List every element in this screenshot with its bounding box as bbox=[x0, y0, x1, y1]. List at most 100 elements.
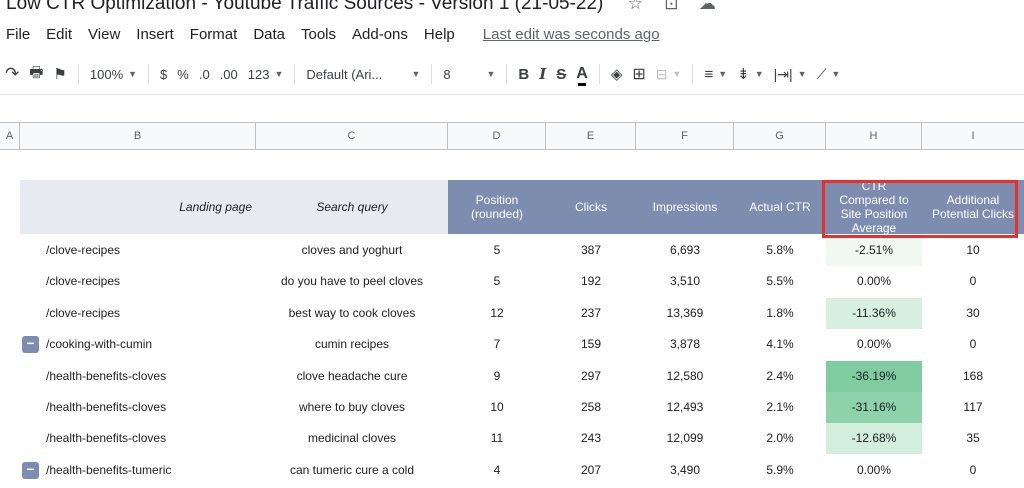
cloud-status-icon[interactable]: ☁ bbox=[697, 0, 717, 14]
column-header-i[interactable]: I bbox=[922, 123, 1024, 149]
borders-icon[interactable]: ⊞ bbox=[627, 60, 650, 88]
cell-search-query[interactable]: can tumeric cure a cold bbox=[256, 455, 448, 486]
cell-landing-page[interactable]: /health-benefits-cloves bbox=[20, 361, 256, 392]
paint-format-icon[interactable]: ⚑ bbox=[48, 60, 71, 88]
cell-landing-page[interactable]: /health-benefits-cloves bbox=[20, 392, 256, 423]
cell-actual-ctr[interactable]: 2.4% bbox=[734, 361, 826, 392]
cell-landing-page[interactable]: /health-benefits-tumeric bbox=[20, 455, 256, 486]
horizontal-align-icon[interactable]: ≡ ▼ bbox=[699, 60, 732, 88]
cell-landing-page[interactable]: /clove-recipes bbox=[20, 298, 256, 329]
cell-position[interactable]: 5 bbox=[448, 235, 546, 266]
cell-landing-page[interactable]: /health-benefits-cloves bbox=[20, 423, 256, 454]
cell-actual-ctr[interactable]: 5.8% bbox=[734, 235, 826, 266]
cell-position[interactable]: 10 bbox=[448, 392, 546, 423]
percent-format-button[interactable]: % bbox=[172, 60, 194, 88]
cell-ctr-compared[interactable]: 0.00% bbox=[826, 454, 922, 486]
cell-position[interactable]: 5 bbox=[448, 266, 546, 297]
move-to-folder-icon[interactable]: ⊡ bbox=[661, 0, 681, 14]
cell-actual-ctr[interactable]: 4.1% bbox=[734, 329, 826, 360]
decrease-decimal-button[interactable]: .0 bbox=[194, 60, 215, 88]
header-actual-ctr[interactable]: Actual CTR bbox=[734, 180, 826, 234]
cell-clicks[interactable]: 297 bbox=[546, 361, 636, 392]
cell-actual-ctr[interactable]: 1.8% bbox=[734, 298, 826, 329]
menu-file[interactable]: File bbox=[6, 26, 30, 43]
menu-tools[interactable]: Tools bbox=[301, 26, 336, 43]
cell-landing-page[interactable]: /cooking-with-cumin bbox=[20, 329, 256, 360]
italic-button[interactable]: I bbox=[534, 60, 551, 88]
cell-position[interactable]: 11 bbox=[448, 423, 546, 454]
cell-ctr-compared[interactable]: -31.16% bbox=[826, 392, 922, 423]
cell-position[interactable]: 12 bbox=[448, 298, 546, 329]
cell-impressions[interactable]: 3,878 bbox=[636, 329, 734, 360]
cell-search-query[interactable]: where to buy cloves bbox=[256, 392, 448, 423]
collapse-group-icon[interactable]: − bbox=[22, 461, 39, 479]
column-header-d[interactable]: D bbox=[448, 123, 546, 149]
font-size-select[interactable]: 8 ▼ bbox=[438, 60, 500, 88]
cell-position[interactable]: 7 bbox=[448, 329, 546, 360]
header-clicks[interactable]: Clicks bbox=[546, 180, 636, 234]
cell-additional-clicks[interactable]: 0 bbox=[922, 455, 1024, 486]
bold-button[interactable]: B bbox=[513, 60, 534, 88]
cell-actual-ctr[interactable]: 2.1% bbox=[734, 392, 826, 423]
cell-search-query[interactable]: cloves and yoghurt bbox=[256, 235, 448, 266]
cell-additional-clicks[interactable]: 30 bbox=[922, 298, 1024, 329]
document-title[interactable]: Low CTR Optimization - Youtube Traffic S… bbox=[0, 0, 603, 15]
header-position[interactable]: Position (rounded) bbox=[448, 180, 546, 234]
cell-additional-clicks[interactable]: 117 bbox=[922, 392, 1024, 423]
cell-search-query[interactable]: cumin recipes bbox=[256, 329, 448, 360]
cell-actual-ctr[interactable]: 2.0% bbox=[734, 423, 826, 454]
star-icon[interactable]: ☆ bbox=[625, 0, 645, 14]
column-header-f[interactable]: F bbox=[636, 123, 734, 149]
header-landing-page[interactable]: Landing page bbox=[20, 180, 256, 234]
column-header-c[interactable]: C bbox=[256, 123, 448, 149]
cell-search-query[interactable]: do you have to peel cloves bbox=[256, 266, 448, 297]
merge-cells-icon[interactable]: ⊟ ▼ bbox=[651, 60, 687, 88]
menu-help[interactable]: Help bbox=[424, 26, 455, 43]
text-rotation-icon[interactable]: ⟋ ▼ bbox=[812, 60, 846, 88]
cell-landing-page[interactable]: /clove-recipes bbox=[20, 235, 256, 266]
cell-additional-clicks[interactable]: 0 bbox=[922, 329, 1024, 360]
cell-additional-clicks[interactable]: 35 bbox=[922, 423, 1024, 454]
column-header-e[interactable]: E bbox=[546, 123, 636, 149]
vertical-align-icon[interactable]: ⇟ ▼ bbox=[732, 60, 769, 88]
cell-actual-ctr[interactable]: 5.9% bbox=[734, 455, 826, 486]
cell-ctr-compared[interactable]: -36.19% bbox=[826, 360, 922, 392]
cell-search-query[interactable]: clove headache cure bbox=[256, 361, 448, 392]
cell-clicks[interactable]: 258 bbox=[546, 392, 636, 423]
menu-data[interactable]: Data bbox=[253, 26, 285, 43]
cell-impressions[interactable]: 12,580 bbox=[636, 361, 734, 392]
cell-clicks[interactable]: 237 bbox=[546, 298, 636, 329]
print-icon[interactable]: 🖶 bbox=[24, 60, 48, 88]
increase-decimal-button[interactable]: .00 bbox=[215, 60, 243, 88]
cell-impressions[interactable]: 3,510 bbox=[636, 266, 734, 297]
cell-landing-page[interactable]: /clove-recipes bbox=[20, 266, 256, 297]
column-header-g[interactable]: G bbox=[734, 123, 826, 149]
cell-clicks[interactable]: 243 bbox=[546, 423, 636, 454]
header-search-query[interactable]: Search query bbox=[256, 180, 448, 234]
text-color-button[interactable]: A bbox=[571, 60, 593, 88]
cell-search-query[interactable]: best way to cook cloves bbox=[256, 298, 448, 329]
currency-format-button[interactable]: $ bbox=[155, 60, 172, 88]
cell-additional-clicks[interactable]: 0 bbox=[922, 266, 1024, 297]
cell-impressions[interactable]: 3,490 bbox=[636, 455, 734, 486]
text-wrapping-icon[interactable]: |⇥| ▼ bbox=[769, 60, 812, 88]
cell-actual-ctr[interactable]: 5.5% bbox=[734, 266, 826, 297]
cell-ctr-compared[interactable]: -2.51% bbox=[826, 235, 922, 266]
fill-color-icon[interactable]: ◈ bbox=[606, 60, 628, 88]
number-format-select[interactable]: 123 ▼ bbox=[243, 60, 289, 88]
formula-bar[interactable] bbox=[0, 94, 1024, 120]
zoom-select[interactable]: 100% ▼ bbox=[85, 60, 142, 88]
redo-icon[interactable]: ↷ bbox=[0, 60, 24, 88]
cell-ctr-compared[interactable]: 0.00% bbox=[826, 266, 922, 298]
font-select[interactable]: Default (Ari... ▼ bbox=[301, 60, 425, 88]
cell-impressions[interactable]: 6,693 bbox=[636, 235, 734, 266]
menu-edit[interactable]: Edit bbox=[46, 26, 72, 43]
menu-view[interactable]: View bbox=[88, 26, 120, 43]
column-header-b[interactable]: B bbox=[20, 123, 256, 149]
collapse-group-icon[interactable]: − bbox=[22, 336, 39, 354]
cell-position[interactable]: 9 bbox=[448, 361, 546, 392]
cell-ctr-compared[interactable]: -11.36% bbox=[826, 297, 922, 329]
column-header-h[interactable]: H bbox=[826, 123, 922, 149]
menu-format[interactable]: Format bbox=[190, 26, 238, 43]
cell-clicks[interactable]: 207 bbox=[546, 455, 636, 486]
